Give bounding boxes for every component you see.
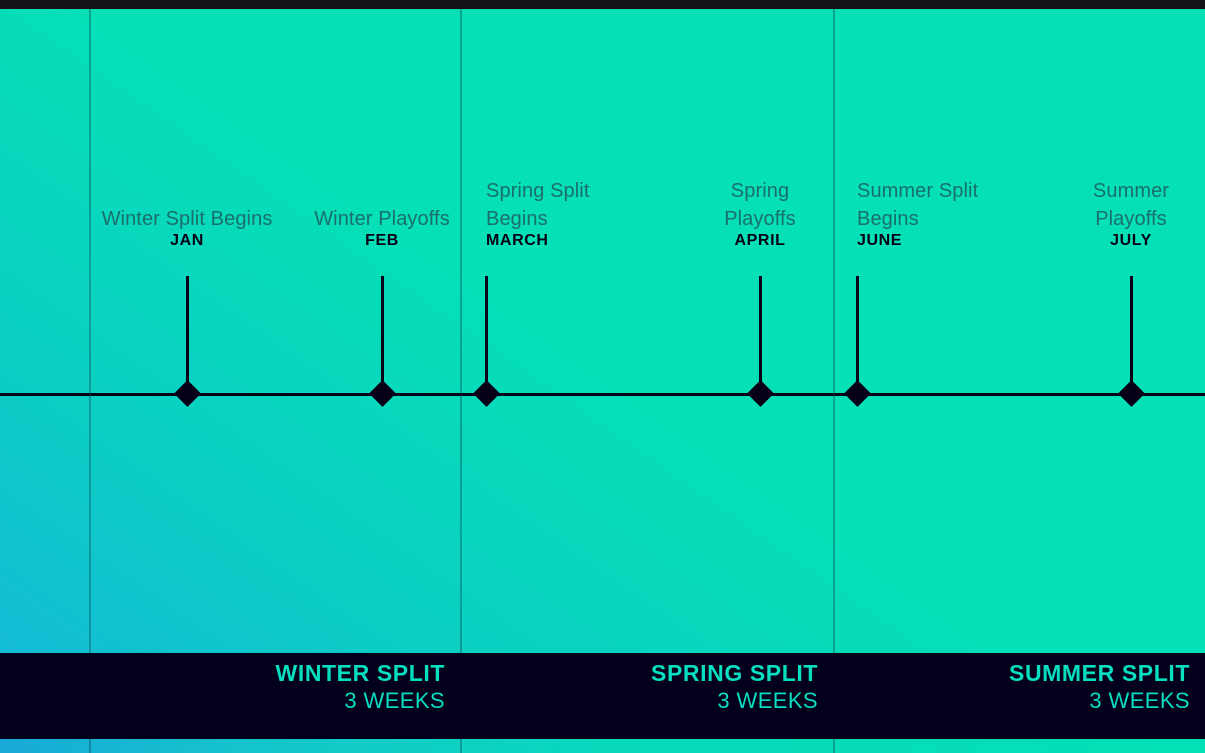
milestone-stem	[186, 276, 189, 394]
milestone-label: Spring Split Begins	[486, 180, 590, 230]
bottom-accent-strip	[0, 739, 1205, 753]
split-name: SPRING SPLIT	[651, 660, 818, 686]
bottom-strip-divider	[89, 739, 91, 753]
milestone-label: Summer Split Begins	[857, 180, 979, 230]
split-name: WINTER SPLIT	[275, 660, 445, 686]
column-divider	[89, 9, 91, 753]
column-divider	[460, 9, 462, 753]
milestone-stem	[759, 276, 762, 394]
split-summary[interactable]: SUMMER SPLIT 3 WEEKS	[833, 653, 1205, 739]
milestone-month: JULY	[1110, 232, 1152, 249]
milestone-month: JAN	[170, 232, 204, 249]
season-timeline-infographic: Winter Split Begins JAN Winter Playoffs FEB…	[0, 0, 1205, 753]
split-duration: 3 WEEKS	[1089, 688, 1190, 713]
milestone-label: Winter Playoffs	[314, 208, 450, 230]
split-duration: 3 WEEKS	[717, 688, 818, 713]
milestone-stem	[381, 276, 384, 394]
split-summary[interactable]: SPRING SPLIT 3 WEEKS	[460, 653, 833, 739]
split-name: SUMMER SPLIT	[1009, 660, 1190, 686]
milestone-label: Spring Playoffs	[724, 180, 796, 230]
bottom-strip-divider	[833, 739, 835, 753]
milestone-stem	[1130, 276, 1133, 394]
milestone-month: JUNE	[857, 232, 903, 249]
timeline-canvas	[0, 9, 1205, 653]
milestone-month: APRIL	[734, 232, 786, 249]
milestone-label: Summer Playoffs	[1092, 180, 1170, 230]
top-accent-strip	[0, 0, 1205, 9]
milestone-month: MARCH	[486, 232, 549, 249]
milestone-month: FEB	[365, 232, 399, 249]
milestone-stem	[856, 276, 859, 394]
bottom-strip-divider	[460, 739, 462, 753]
milestone-stem	[485, 276, 488, 394]
column-divider	[833, 9, 835, 753]
split-summary[interactable]: WINTER SPLIT 3 WEEKS	[89, 653, 460, 739]
split-duration: 3 WEEKS	[344, 688, 445, 713]
milestone-label: Winter Split Begins	[101, 208, 273, 230]
